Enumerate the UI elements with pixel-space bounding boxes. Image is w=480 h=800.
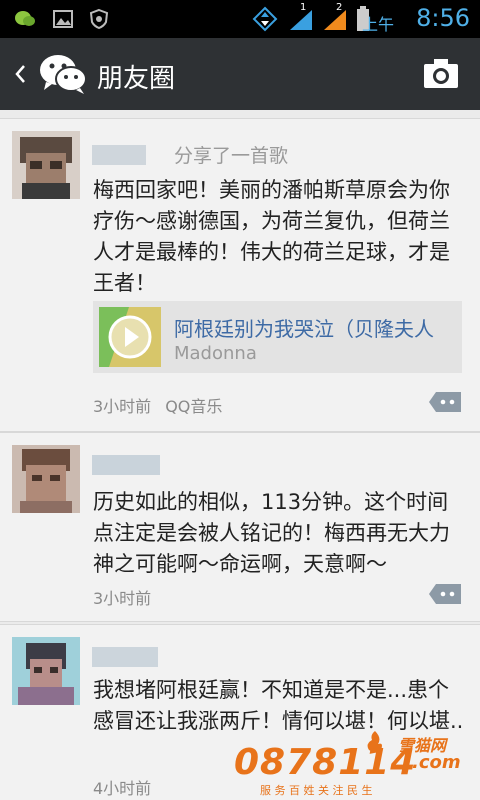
status-bar: 1 2 上午 8:56 <box>0 0 480 38</box>
site-watermark: 雪猫网 0878114 .com 服 务 百 姓 关 注 民 生 <box>232 730 476 798</box>
back-button[interactable] <box>10 58 32 90</box>
clock: 8:56 <box>416 4 470 32</box>
title-bar: 朋友圈 <box>0 38 480 110</box>
post-time: 3小时前 <box>93 397 152 416</box>
shield-icon <box>89 8 109 30</box>
nickname-blurred[interactable] <box>92 647 158 667</box>
moment-post: 分享了一首歌 梅西回家吧！美丽的潘帕斯草原会为你疗伤～感谢德国，为荷兰复仇，但荷… <box>0 118 480 432</box>
music-artist: Madonna <box>174 343 257 364</box>
moment-post: 历史如此的相似，113分钟。这个时间点注定是会被人铭记的！梅西再无大力神之可能啊… <box>0 432 480 622</box>
music-album-thumb <box>99 307 161 367</box>
gallery-icon <box>53 10 73 28</box>
post-text: 梅西回家吧！美丽的潘帕斯草原会为你疗伤～感谢德国，为荷兰复仇，但荷兰人才是最棒的… <box>93 178 450 295</box>
post-text: 历史如此的相似，113分钟。这个时间点注定是会被人铭记的！梅西再无大力神之可能啊… <box>93 490 450 576</box>
post-meta: 3小时前 QQ音乐 <box>93 393 222 417</box>
nickname-blurred[interactable] <box>92 455 160 475</box>
wechat-notification-icon <box>15 11 35 26</box>
avatar[interactable] <box>12 445 80 513</box>
page-title: 朋友圈 <box>97 64 176 94</box>
post-text: 我想堵阿根廷赢！不知道是不是...患个感冒还让我涨两斤！情何以堪！何以堪.. <box>93 678 464 733</box>
music-title: 阿根廷别为我哭泣（贝隆夫人 <box>174 317 434 341</box>
post-source: QQ音乐 <box>165 397 223 416</box>
post-meta: 3小时前 <box>93 585 151 609</box>
wechat-moments-screen: 1 2 上午 8:56 朋友圈 分享了一首歌 梅西回家吧！美丽的潘帕斯草原会为你… <box>0 0 480 800</box>
wechat-logo-icon <box>40 55 87 94</box>
signal-icon <box>324 10 346 30</box>
nickname-blurred[interactable] <box>92 145 146 165</box>
avatar[interactable] <box>12 131 80 199</box>
watermark-domain: .com <box>412 752 461 773</box>
avatar[interactable] <box>12 637 80 705</box>
post-time: 4小时前 <box>93 779 152 798</box>
signal-icon <box>290 10 312 30</box>
post-time: 3小时前 <box>93 589 152 608</box>
watermark-number: 0878114 <box>234 742 417 783</box>
post-meta: 4小时前 <box>93 775 151 799</box>
data-arrows-icon <box>252 6 278 32</box>
watermark-slogan: 服 务 百 姓 关 注 民 生 <box>260 784 373 797</box>
music-card[interactable]: 阿根廷别为我哭泣（贝隆夫人 Madonna <box>93 301 462 373</box>
comment-button-icon[interactable] <box>428 583 462 605</box>
camera-button[interactable] <box>422 56 460 92</box>
share-note: 分享了一首歌 <box>174 145 289 167</box>
comment-button-icon[interactable] <box>428 391 462 413</box>
ampm-label: 上午 <box>361 15 394 34</box>
